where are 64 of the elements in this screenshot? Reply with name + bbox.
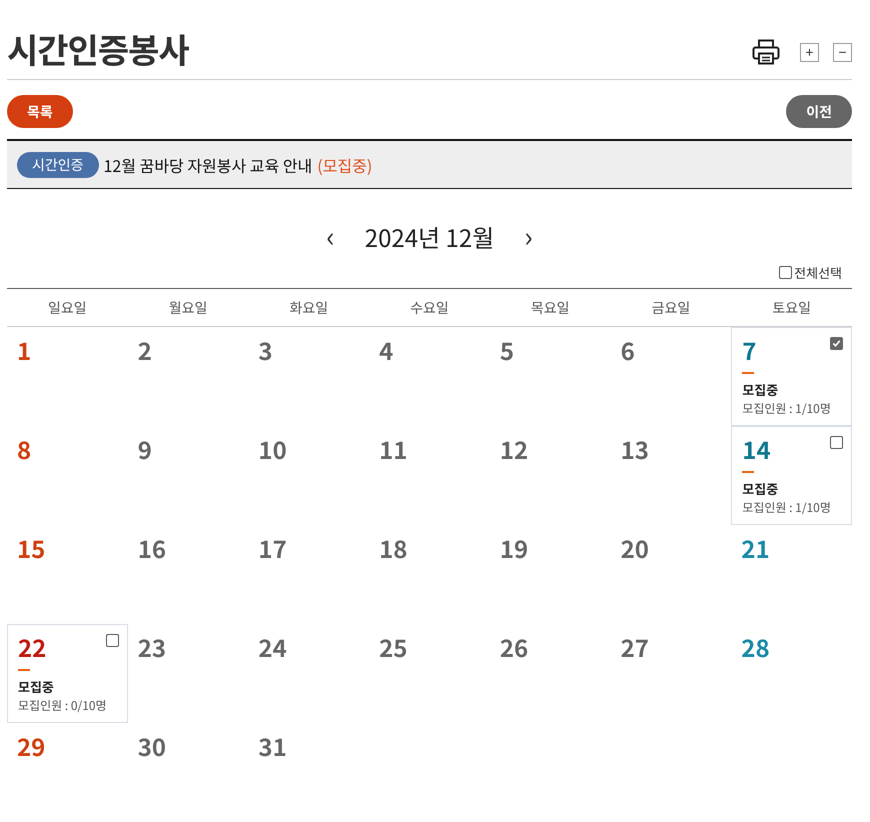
event-capacity: 모집인원 : 1/10명 xyxy=(742,499,831,516)
day-checkbox[interactable] xyxy=(830,436,843,449)
select-all-label: 전체선택 xyxy=(794,263,842,282)
weekday-header: 토요일 xyxy=(772,298,811,318)
day-number: 12 xyxy=(500,434,528,464)
day-number: 3 xyxy=(258,335,273,365)
day-number: 26 xyxy=(500,632,528,662)
event-status: 모집중 xyxy=(742,380,778,399)
day-number: 8 xyxy=(17,434,32,464)
event-capacity: 모집인원 : 0/10명 xyxy=(18,697,107,714)
day-number: 21 xyxy=(741,533,770,563)
notice-title: 12월 꿈바당 자원봉사 교육 안내 xyxy=(104,152,312,176)
day-number: 10 xyxy=(258,434,287,464)
weekday-header: 목요일 xyxy=(530,298,570,318)
category-badge: 시간인증 xyxy=(17,152,99,178)
day-number: 4 xyxy=(379,335,394,365)
event-capacity: 모집인원 : 1/10명 xyxy=(742,400,831,417)
weekday-header: 일요일 xyxy=(48,298,87,318)
day-number: 7 xyxy=(742,335,756,365)
weekday-header: 금요일 xyxy=(652,298,690,318)
day-number: 13 xyxy=(620,434,649,464)
weekday-header: 화요일 xyxy=(289,298,328,318)
day-checkbox[interactable] xyxy=(830,337,843,350)
day-number: 11 xyxy=(379,434,408,464)
event-cell[interactable]: 22 모집중 모집인원 : 0/10명 xyxy=(7,624,128,723)
day-number: 19 xyxy=(500,533,528,563)
weekday-header: 월요일 xyxy=(168,298,208,318)
event-cell[interactable]: 14 모집중 모집인원 : 1/10명 xyxy=(731,426,852,525)
day-number: 5 xyxy=(500,335,514,365)
day-number: 22 xyxy=(18,632,46,662)
day-number: 2 xyxy=(138,335,152,365)
day-number: 17 xyxy=(258,533,287,563)
select-all-checkbox[interactable] xyxy=(779,266,792,279)
day-number: 15 xyxy=(17,533,46,563)
day-number: 31 xyxy=(258,731,287,761)
day-number: 14 xyxy=(742,434,771,464)
day-number: 23 xyxy=(138,632,166,662)
day-number: 16 xyxy=(138,533,166,563)
day-number: 28 xyxy=(741,632,770,662)
previous-button[interactable]: 이전 xyxy=(786,95,852,128)
day-number: 18 xyxy=(379,533,408,563)
page-title: 시간인증봉사 xyxy=(7,30,189,67)
event-cell[interactable]: 7 모집중 모집인원 : 1/10명 xyxy=(731,327,852,426)
list-button[interactable]: 목록 xyxy=(7,95,73,128)
print-icon[interactable] xyxy=(752,39,780,65)
day-number: 1 xyxy=(17,335,32,365)
zoom-out-button[interactable]: − xyxy=(833,42,852,62)
event-status: 모집중 xyxy=(742,479,778,498)
day-checkbox[interactable] xyxy=(106,634,119,647)
month-title: 2024년 12월 xyxy=(364,218,494,254)
day-number: 20 xyxy=(620,533,649,563)
day-number: 27 xyxy=(620,632,649,662)
zoom-in-button[interactable]: + xyxy=(800,42,819,62)
day-number: 25 xyxy=(379,632,408,662)
day-number: 30 xyxy=(138,731,166,761)
notice-status: (모집중) xyxy=(317,152,372,176)
next-month-button[interactable]: › xyxy=(520,222,537,250)
event-status: 모집중 xyxy=(18,677,54,696)
day-number: 6 xyxy=(620,335,635,365)
previous-month-button[interactable]: ‹ xyxy=(322,222,339,250)
day-number: 24 xyxy=(258,632,287,662)
weekday-header: 수요일 xyxy=(410,298,449,318)
day-number: 9 xyxy=(138,434,152,464)
day-number: 29 xyxy=(17,731,46,761)
